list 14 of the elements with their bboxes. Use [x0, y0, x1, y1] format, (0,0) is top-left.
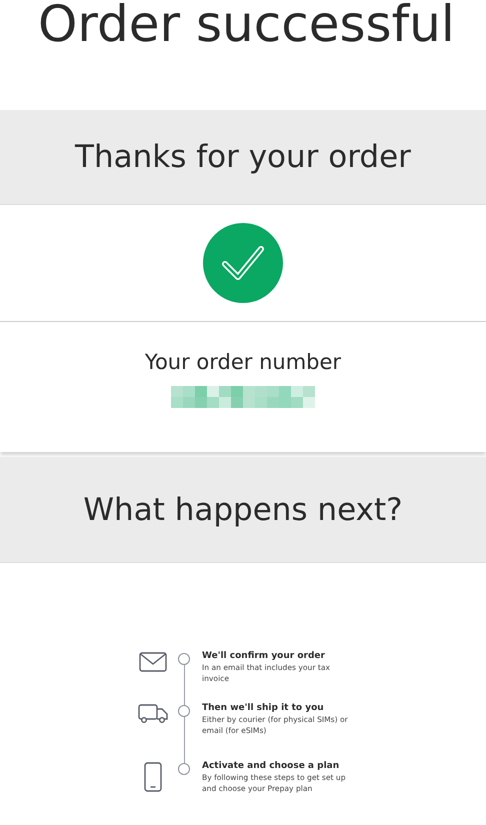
step-title: Then we'll ship it to you [202, 702, 325, 714]
order-number-label: Your order number [144, 350, 342, 374]
timeline-dot [178, 653, 190, 665]
timeline-dot [178, 705, 190, 717]
section-heading: Thanks for your order [75, 139, 411, 175]
envelope-icon [139, 652, 167, 672]
timeline-dot [178, 763, 190, 775]
truck-icon [138, 704, 168, 724]
section-heading: What happens next? [83, 492, 403, 528]
checkmark-icon [203, 223, 283, 303]
page-title: Order successful [38, 0, 455, 52]
phone-icon [144, 762, 162, 792]
step-title: Activate and choose a plan [202, 760, 340, 772]
step-title: We'll confirm your order [202, 650, 326, 662]
